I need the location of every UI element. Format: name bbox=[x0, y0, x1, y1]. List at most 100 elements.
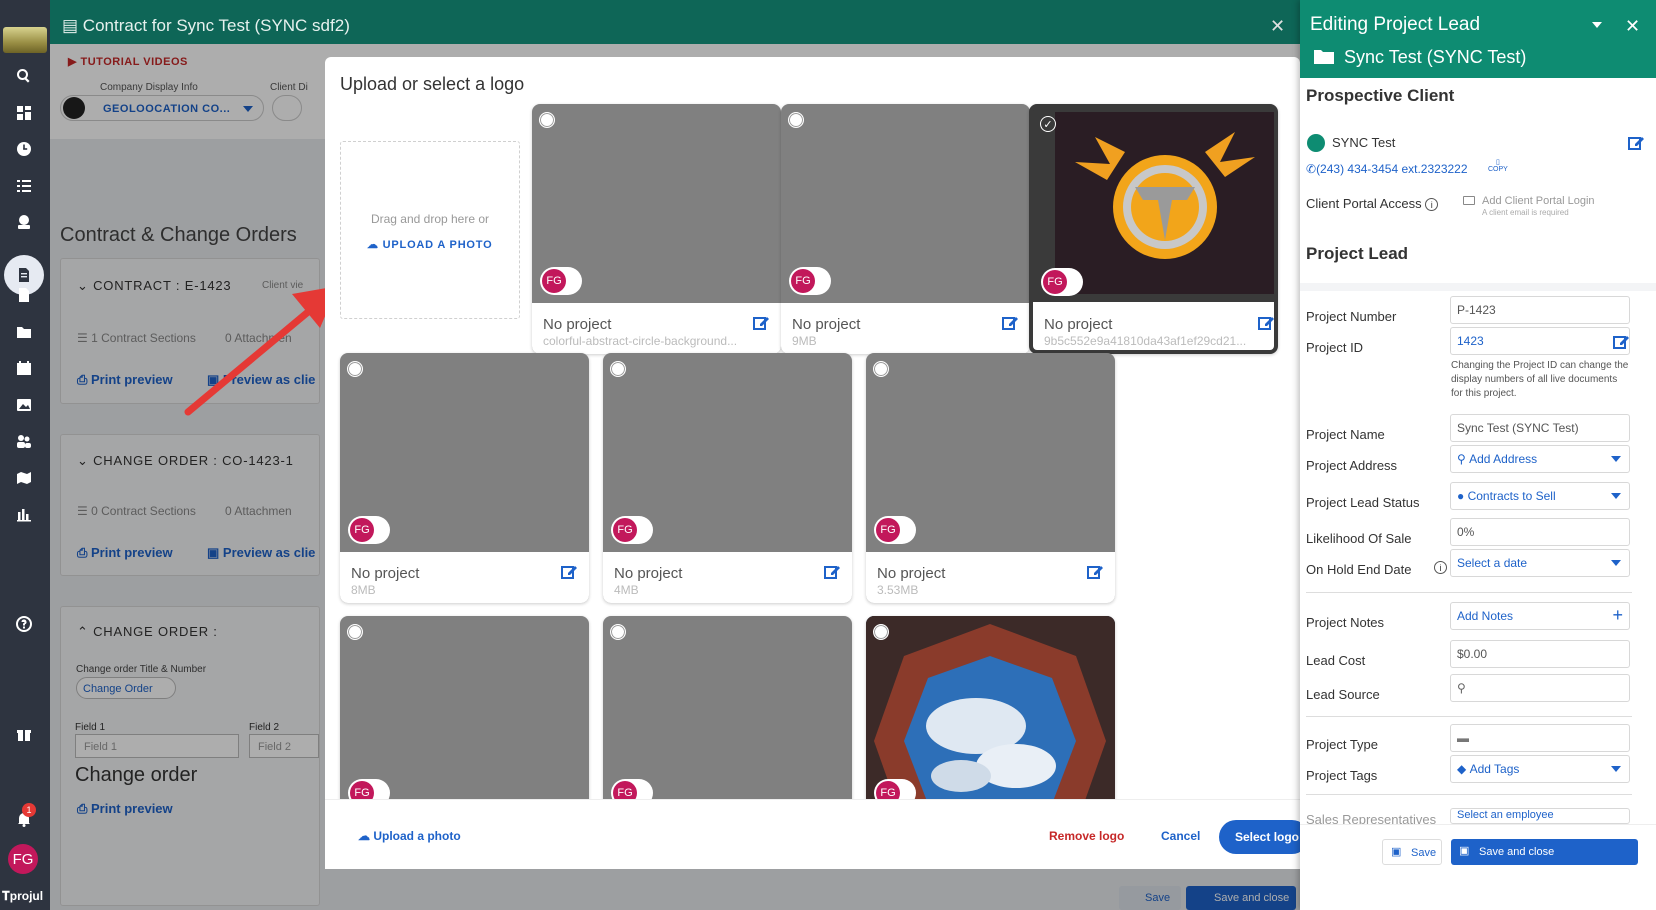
team-icon[interactable] bbox=[13, 430, 35, 452]
likelihood-label: Likelihood Of Sale bbox=[1306, 531, 1412, 546]
panel-save-button[interactable]: ▣ Save bbox=[1382, 839, 1442, 865]
project-notes-input[interactable]: Add Notes + bbox=[1450, 602, 1630, 630]
project-type-label: Project Type bbox=[1306, 737, 1379, 752]
add-portal-login[interactable]: Add Client Portal Login bbox=[1482, 195, 1595, 207]
user-avatar[interactable]: FG bbox=[8, 844, 38, 874]
logo-tile[interactable]: FG No project colorful-abstract-circle-b… bbox=[532, 104, 781, 354]
clock-icon[interactable] bbox=[13, 138, 35, 160]
lead-source-input[interactable]: ⚲ bbox=[1450, 674, 1630, 702]
project-type-input[interactable]: ▬ bbox=[1450, 724, 1630, 752]
edit-icon[interactable] bbox=[561, 564, 577, 580]
select-radio[interactable] bbox=[347, 361, 363, 377]
client-phone[interactable]: ✆(243) 434-3454 ext.2323222 bbox=[1306, 162, 1468, 176]
lead-source-label: Lead Source bbox=[1306, 687, 1380, 702]
help-icon[interactable] bbox=[13, 613, 35, 635]
owner-avatar: FG bbox=[791, 269, 815, 293]
select-radio[interactable] bbox=[539, 112, 555, 128]
cancel-button[interactable]: Cancel bbox=[1161, 829, 1200, 843]
info-icon: i bbox=[1425, 198, 1439, 211]
edit-icon[interactable] bbox=[824, 564, 840, 580]
logo-tile[interactable]: FG No project 3.53MB bbox=[866, 353, 1115, 603]
select-logo-button[interactable]: Select logo bbox=[1219, 820, 1309, 854]
search-icon[interactable] bbox=[13, 65, 35, 87]
contract-window-title: ▤ Contract for Sync Test (SYNC sdf2) bbox=[62, 16, 350, 36]
location-pin-icon: ⚲ bbox=[1457, 452, 1470, 466]
select-radio[interactable] bbox=[610, 624, 626, 640]
sales-reps-select[interactable]: Select an employee bbox=[1450, 808, 1630, 824]
panel-header: Editing Project Lead ✕ Sync Test (SYNC T… bbox=[1300, 0, 1656, 78]
lead-status-select[interactable]: ● Contracts to Sell bbox=[1450, 482, 1630, 510]
divider bbox=[1306, 794, 1632, 795]
owner-avatar: FG bbox=[613, 518, 637, 542]
emblem-logo-image bbox=[1075, 132, 1255, 259]
select-radio[interactable] bbox=[873, 624, 889, 640]
client-name[interactable]: SYNC Test bbox=[1332, 135, 1395, 150]
edit-icon[interactable] bbox=[1628, 135, 1644, 151]
tile-subtitle: 8MB bbox=[351, 583, 376, 597]
project-name-input[interactable]: Sync Test (SYNC Test) bbox=[1450, 414, 1630, 442]
search-icon: ⚲ bbox=[1457, 681, 1466, 695]
logo-tile[interactable]: FG No project 8MB bbox=[340, 353, 589, 603]
edit-icon[interactable] bbox=[1613, 334, 1629, 350]
document-icon[interactable] bbox=[13, 284, 35, 306]
select-radio-checked[interactable]: ✓ bbox=[1040, 116, 1056, 132]
owner-avatar: FG bbox=[876, 518, 900, 542]
lead-cost-input[interactable]: $0.00 bbox=[1450, 640, 1630, 668]
on-hold-date-select[interactable]: Select a date bbox=[1450, 549, 1630, 577]
logo-tile[interactable]: FG bbox=[866, 616, 1115, 799]
edit-icon[interactable] bbox=[1087, 564, 1103, 580]
logo-tile[interactable]: FG No project 4MB bbox=[603, 353, 852, 603]
owner-chip: FG bbox=[611, 516, 653, 544]
project-tags-value: Add Tags bbox=[1469, 762, 1520, 776]
project-tags-label: Project Tags bbox=[1306, 768, 1378, 783]
plus-icon[interactable]: + bbox=[1612, 605, 1623, 626]
logo-tile-selected[interactable]: ✓ FG No project 9b5c552e9a41810da43af1ef… bbox=[1029, 104, 1278, 354]
building-sky-image bbox=[866, 616, 1115, 799]
select-radio[interactable] bbox=[610, 361, 626, 377]
tag-icon: ◆ bbox=[1457, 762, 1470, 776]
select-radio[interactable] bbox=[347, 624, 363, 640]
calendar-icon[interactable] bbox=[13, 357, 35, 379]
gift-icon[interactable] bbox=[13, 723, 35, 745]
logo-tile[interactable]: FG bbox=[340, 616, 589, 799]
company-logo[interactable] bbox=[3, 27, 47, 53]
photo-icon[interactable] bbox=[13, 394, 35, 416]
folder-icon[interactable] bbox=[13, 321, 35, 343]
select-radio[interactable] bbox=[873, 361, 889, 377]
section-divider bbox=[1300, 283, 1656, 291]
owner-avatar: FG bbox=[350, 781, 374, 799]
edit-icon[interactable] bbox=[1258, 315, 1274, 331]
copy-button[interactable]: ▯ COPY bbox=[1488, 158, 1508, 173]
logo-image bbox=[1055, 112, 1274, 294]
save-icon: ▣ bbox=[1459, 845, 1470, 857]
estimate-icon[interactable] bbox=[13, 211, 35, 233]
project-id-input[interactable]: 1423 bbox=[1450, 327, 1630, 355]
project-number-input[interactable]: P-1423 bbox=[1450, 296, 1630, 324]
edit-icon[interactable] bbox=[753, 315, 769, 331]
remove-logo-button[interactable]: Remove logo bbox=[1049, 829, 1124, 843]
logo-tile[interactable]: FG No project 9MB bbox=[781, 104, 1030, 354]
contract-icon[interactable] bbox=[13, 264, 35, 286]
dashboard-icon[interactable] bbox=[13, 102, 35, 124]
brand-name: projul bbox=[9, 889, 44, 903]
upload-photo-button[interactable]: ☁ Upload a photo bbox=[358, 829, 461, 843]
close-icon[interactable]: ✕ bbox=[1625, 16, 1640, 37]
panel-save-close-label: Save and close bbox=[1479, 846, 1555, 858]
logo-tile[interactable]: FG bbox=[603, 616, 852, 799]
sales-reps-value: Select an employee bbox=[1457, 809, 1554, 821]
likelihood-input[interactable]: 0% bbox=[1450, 518, 1630, 546]
map-icon[interactable] bbox=[13, 467, 35, 489]
login-card-icon bbox=[1463, 196, 1475, 205]
list-icon[interactable] bbox=[13, 175, 35, 197]
project-address-select[interactable]: ⚲ Add Address bbox=[1450, 445, 1630, 473]
edit-icon[interactable] bbox=[1002, 315, 1018, 331]
tile-title: No project bbox=[614, 565, 683, 582]
select-radio[interactable] bbox=[788, 112, 804, 128]
panel-title: Editing Project Lead bbox=[1310, 14, 1481, 35]
project-tags-select[interactable]: ◆ Add Tags bbox=[1450, 755, 1630, 783]
brand-logo: 𝐓projul bbox=[2, 889, 44, 903]
close-icon[interactable]: ✕ bbox=[1270, 16, 1285, 37]
panel-save-close-button[interactable]: ▣ Save and close bbox=[1451, 839, 1638, 865]
chevron-down-icon[interactable] bbox=[1592, 22, 1602, 28]
chart-icon[interactable] bbox=[13, 503, 35, 525]
